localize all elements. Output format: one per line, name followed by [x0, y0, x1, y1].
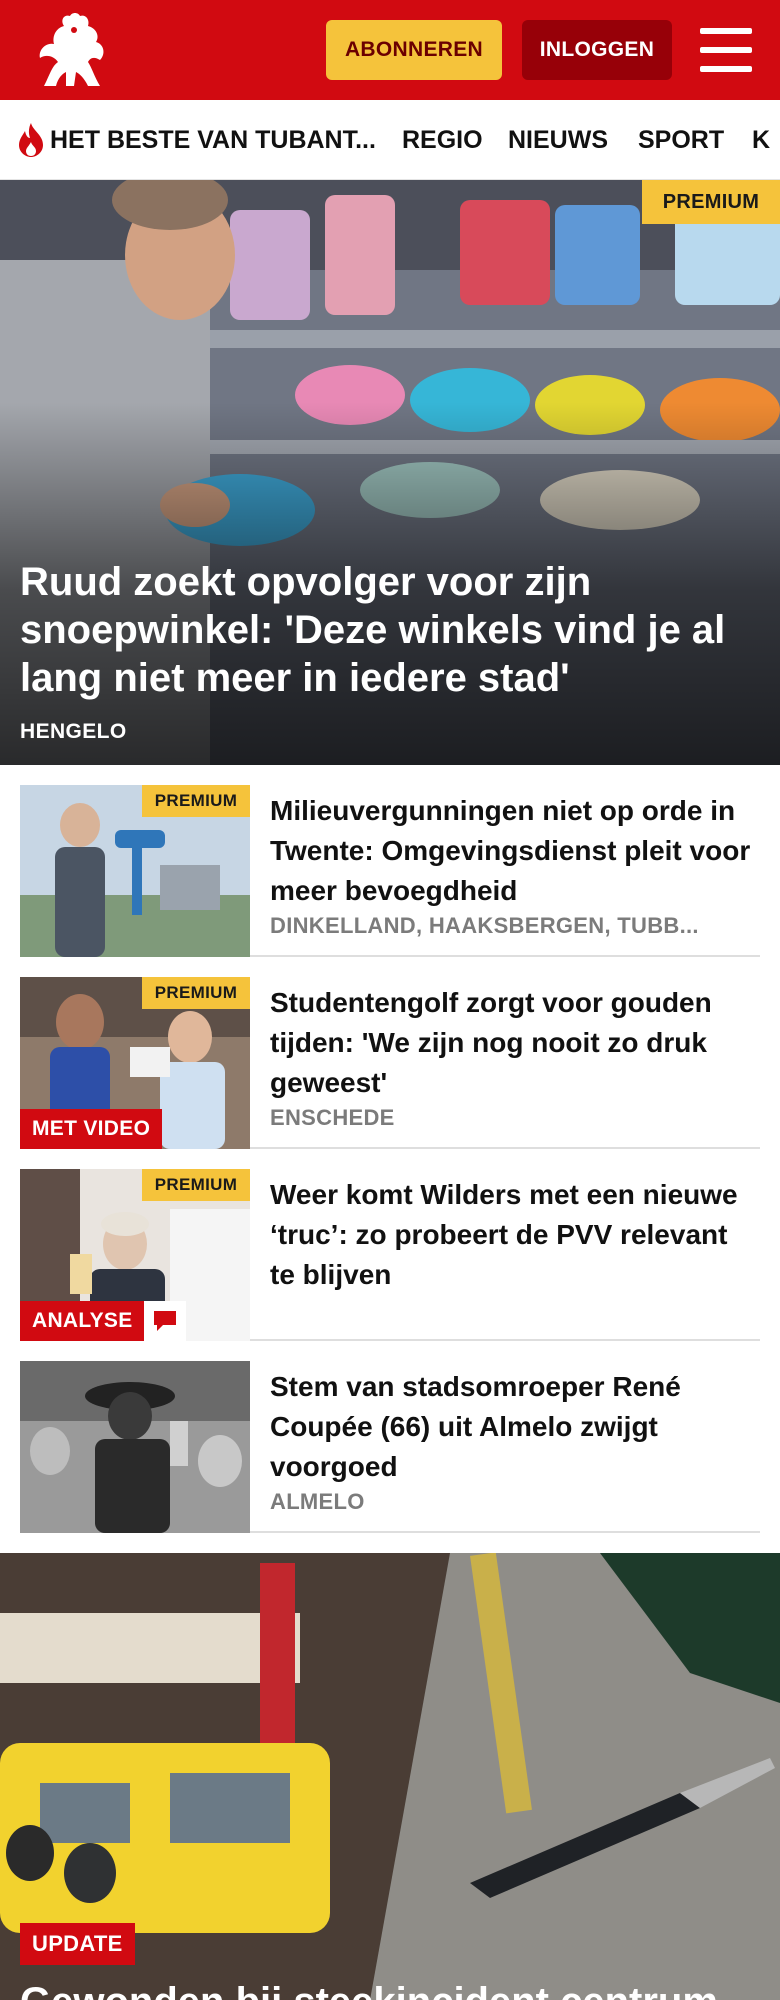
nav-item-best-of[interactable]: HET BESTE VAN TUBANT...: [50, 100, 376, 179]
article-thumbnail[interactable]: [20, 1361, 250, 1533]
menu-icon[interactable]: [700, 28, 752, 72]
premium-badge: PREMIUM: [642, 180, 780, 224]
article-thumbnail[interactable]: PREMIUM ANALYSE: [20, 1169, 250, 1341]
article-location: DINKELLAND, HAAKSBERGEN, TUBB...: [270, 913, 699, 938]
video-tag: MET VIDEO: [20, 1109, 163, 1149]
section-nav: HET BESTE VAN TUBANT... REGIO NIEUWS SPO…: [0, 100, 780, 180]
nav-item-regio[interactable]: REGIO: [402, 100, 483, 179]
hero-headline[interactable]: Ruud zoekt opvolger voor zijn snoepwinke…: [20, 558, 750, 702]
article-headline[interactable]: Studentengolf zorgt voor gouden tijden: …: [270, 983, 760, 1103]
flame-icon: [19, 123, 43, 157]
hero-2-headline[interactable]: Gewonden bij steekincident centrum: [20, 1978, 718, 2000]
analysis-tag: ANALYSE: [20, 1301, 145, 1341]
article-headline[interactable]: Stem van stadsomroeper René Coupée (66) …: [270, 1367, 760, 1487]
login-button[interactable]: INLOGGEN: [522, 20, 672, 80]
article-headline[interactable]: Weer komt Wilders met een nieuwe ‘truc’:…: [270, 1175, 760, 1295]
subscribe-button[interactable]: ABONNEREN: [326, 20, 502, 80]
nav-item-sport[interactable]: SPORT: [638, 100, 724, 179]
list-item[interactable]: Stem van stadsomroeper René Coupée (66) …: [20, 1361, 760, 1533]
article-location: ENSCHEDE: [270, 1105, 395, 1130]
nav-item-more[interactable]: K: [752, 100, 770, 179]
hero-article-2[interactable]: UPDATE Gewonden bij steekincident centru…: [0, 1553, 780, 2000]
nav-item-nieuws[interactable]: NIEUWS: [508, 100, 608, 179]
list-item[interactable]: PREMIUM ANALYSE Weer komt Wilders met ee…: [20, 1169, 760, 1341]
premium-badge: PREMIUM: [142, 785, 250, 817]
twente-horse-logo[interactable]: [30, 8, 114, 92]
top-header: ABONNEREN INLOGGEN: [0, 0, 780, 100]
comment-icon: [144, 1301, 186, 1341]
list-item[interactable]: PREMIUM Milieuvergunningen niet op orde …: [20, 785, 760, 957]
premium-badge: PREMIUM: [142, 977, 250, 1009]
hero-location: HENGELO: [20, 720, 127, 743]
premium-badge: PREMIUM: [142, 1169, 250, 1201]
article-location: ALMELO: [270, 1489, 365, 1514]
update-tag: UPDATE: [20, 1923, 135, 1965]
article-thumbnail[interactable]: PREMIUM: [20, 785, 250, 957]
article-headline[interactable]: Milieuvergunningen niet op orde in Twent…: [270, 791, 760, 911]
list-item[interactable]: PREMIUM MET VIDEO Studentengolf zorgt vo…: [20, 977, 760, 1149]
thumbnail-photo: [20, 1361, 250, 1533]
hero-article[interactable]: PREMIUM Ruud zoekt opvolger voor zijn sn…: [0, 180, 780, 765]
article-thumbnail[interactable]: PREMIUM MET VIDEO: [20, 977, 250, 1149]
